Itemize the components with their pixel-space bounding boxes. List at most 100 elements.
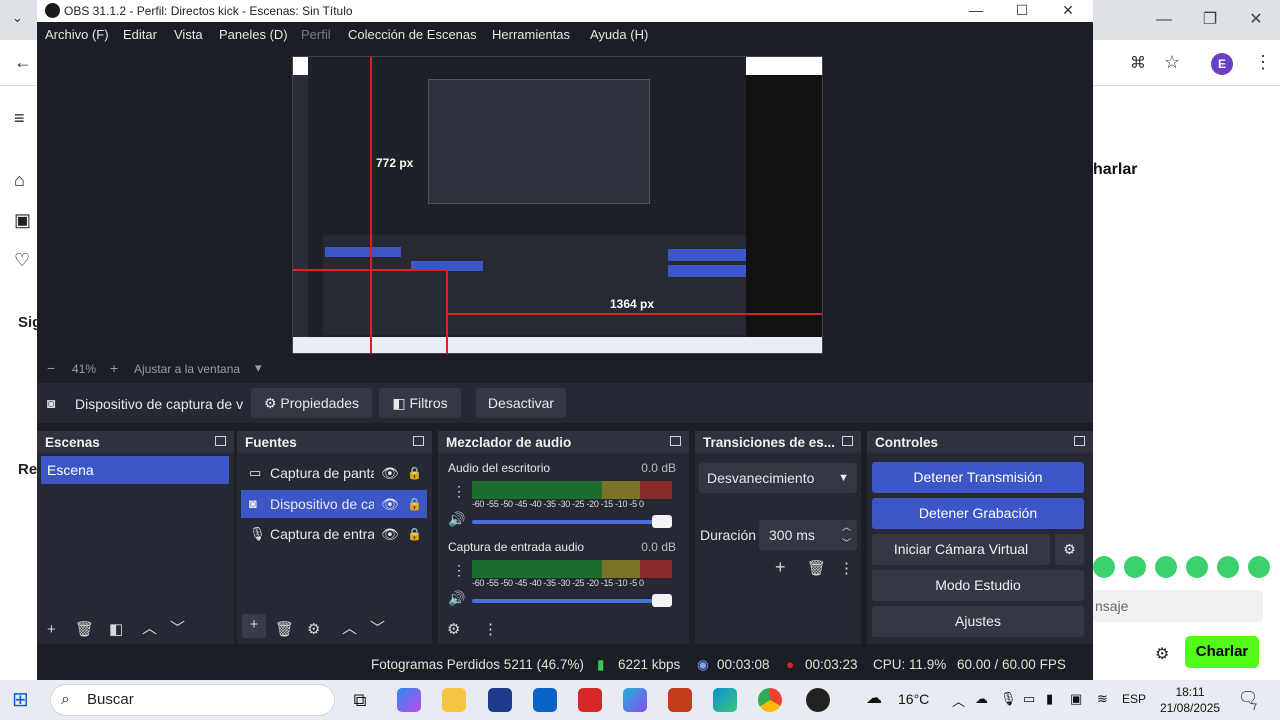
weather-temp[interactable]: 16°C [898,691,929,707]
advanced-audio-gear-icon[interactable]: ⚙ [447,620,460,638]
add-transition-icon[interactable]: + [775,557,786,578]
wifi-icon[interactable]: ≋ [1097,691,1108,707]
move-down-icon[interactable]: ﹀ [370,617,385,638]
visibility-eye-icon[interactable]: 👁 [381,520,399,548]
channel-menu-icon[interactable]: ⋮ [452,483,466,500]
undock-icon[interactable] [842,436,853,446]
tray-chevron-icon[interactable]: ︿ [952,691,965,710]
slider-handle[interactable] [652,594,672,607]
profile-avatar[interactable]: E [1211,53,1233,75]
undock-icon[interactable] [670,436,681,446]
virtual-camera-settings-gear-icon[interactable]: ⚙ [1055,534,1084,565]
chat-send-button[interactable]: Charlar [1185,636,1259,668]
properties-button[interactable]: ⚙ Propiedades [251,388,372,418]
program-preview[interactable]: 772 px 1364 px [292,56,823,354]
start-virtual-camera-button[interactable]: Iniciar Cámara Virtual [872,534,1050,565]
tray-mic-icon[interactable]: 🎙 [1000,691,1017,707]
back-icon[interactable]: ← [14,52,32,73]
trash-icon[interactable]: 🗑 [807,559,826,577]
emote-icon[interactable] [1186,556,1208,578]
app-l-icon[interactable] [488,688,512,712]
edge-icon[interactable] [713,688,737,712]
outlook-icon[interactable] [533,688,557,712]
channel-menu-icon[interactable]: ⋮ [452,562,466,579]
emote-icon[interactable] [1124,556,1146,578]
maximize-button[interactable]: ☐ [999,0,1045,22]
chat-settings-gear-icon[interactable]: ⚙ [1155,644,1169,664]
browser-minimize-icon[interactable]: — [1142,6,1186,34]
deactivate-button[interactable]: Desactivar [476,388,566,418]
emote-icon[interactable] [1217,556,1239,578]
mixer-menu-icon[interactable]: ⋮ [483,620,498,638]
emote-icon[interactable] [1248,556,1270,578]
tray-battery-icon[interactable]: ▮ [1046,691,1053,707]
browse-icon[interactable]: ▣ [14,210,31,231]
move-down-icon[interactable]: ﹀ [170,617,185,638]
hamburger-icon[interactable]: ≡ [14,108,25,129]
file-explorer-icon[interactable] [442,688,466,712]
menu-edit[interactable]: Editar [123,27,157,42]
lock-icon[interactable]: 🔒 [407,490,422,518]
copilot-icon[interactable] [397,688,421,712]
language-indicator[interactable]: ESP [1122,692,1146,706]
obs-taskbar-icon[interactable] [806,688,830,712]
close-button[interactable]: ✕ [1045,0,1091,22]
taskbar-clock[interactable]: 18:11 21/08/2025 [1160,684,1220,716]
browser-maximize-icon[interactable]: ❐ [1188,6,1232,34]
stop-recording-button[interactable]: Detener Grabación [872,498,1084,529]
slider-handle[interactable] [652,515,672,528]
duration-spinbox[interactable]: 300 ms ︿ ﹀ [759,520,857,550]
emote-icon[interactable] [1093,556,1115,578]
bookmark-star-icon[interactable]: ☆ [1164,52,1180,73]
move-up-icon[interactable]: ︿ [142,617,157,638]
menu-help[interactable]: Ayuda (H) [590,27,648,42]
zoom-out-button[interactable]: − [47,360,55,376]
translate-icon[interactable]: ⌘ [1130,53,1146,73]
filters-button[interactable]: ◧ Filtros [379,388,461,418]
fit-to-window-button[interactable]: Ajustar a la ventana [134,362,240,376]
emote-icon[interactable] [1155,556,1177,578]
move-up-icon[interactable]: ︿ [342,617,357,638]
scene-filters-icon[interactable]: ◧ [109,620,123,638]
add-icon[interactable]: + [47,621,56,638]
weather-icon[interactable]: ☁ [866,688,882,708]
trash-icon[interactable]: 🗑 [75,620,94,638]
minimize-button[interactable]: — [953,0,999,22]
speaker-icon[interactable]: 🔊 [448,511,465,528]
volume-slider[interactable] [472,515,672,528]
undock-icon[interactable] [413,436,424,446]
spin-down-icon[interactable]: ﹀ [842,528,851,558]
gear-icon[interactable]: ⚙ [307,620,320,638]
lock-icon[interactable]: 🔒 [407,459,422,487]
task-view-icon[interactable]: ⧉ [348,688,372,712]
studio-mode-button[interactable]: Modo Estudio [872,570,1084,601]
tab-list-icon[interactable]: ⌄ [12,10,23,26]
source-item[interactable]: ▭ Captura de panta 👁 🔒 [241,459,427,487]
lock-icon[interactable]: 🔒 [407,520,422,548]
menu-view[interactable]: Vista [174,27,203,42]
shield-app-icon[interactable] [578,688,602,712]
heart-icon[interactable]: ♡ [14,250,30,271]
menu-file[interactable]: Archivo (F) [45,27,109,42]
visibility-eye-icon[interactable]: 👁 [381,490,399,518]
tray-app-icon[interactable]: ☁ [975,691,988,707]
taskbar-search[interactable]: ⌕ Buscar [50,684,335,716]
undock-icon[interactable] [215,436,226,446]
add-icon[interactable]: + [242,614,266,638]
visibility-eye-icon[interactable]: 👁 [381,459,399,487]
powerpoint-icon[interactable] [668,688,692,712]
menu-docks[interactable]: Paneles (D) [219,27,288,42]
start-icon[interactable]: ⊞ [12,688,36,712]
menu-profile[interactable]: Perfil [301,27,331,42]
tray-device-icon[interactable]: ▭ [1023,691,1035,707]
trash-icon[interactable]: 🗑 [275,620,294,638]
source-item[interactable]: ◙ Dispositivo de ca 👁 🔒 [241,490,427,518]
menu-tools[interactable]: Herramientas [492,27,570,42]
zoom-dropdown-arrow-icon[interactable]: ▾ [255,360,262,376]
browser-menu-icon[interactable]: ⋮ [1254,52,1272,73]
transition-select[interactable]: Desvanecimiento ▼ [699,463,857,493]
tray-network-icon[interactable]: ▣ [1070,691,1082,707]
m365-icon[interactable] [623,688,647,712]
stop-streaming-button[interactable]: Detener Transmisión [872,462,1084,493]
home-icon[interactable]: ⌂ [14,170,25,191]
